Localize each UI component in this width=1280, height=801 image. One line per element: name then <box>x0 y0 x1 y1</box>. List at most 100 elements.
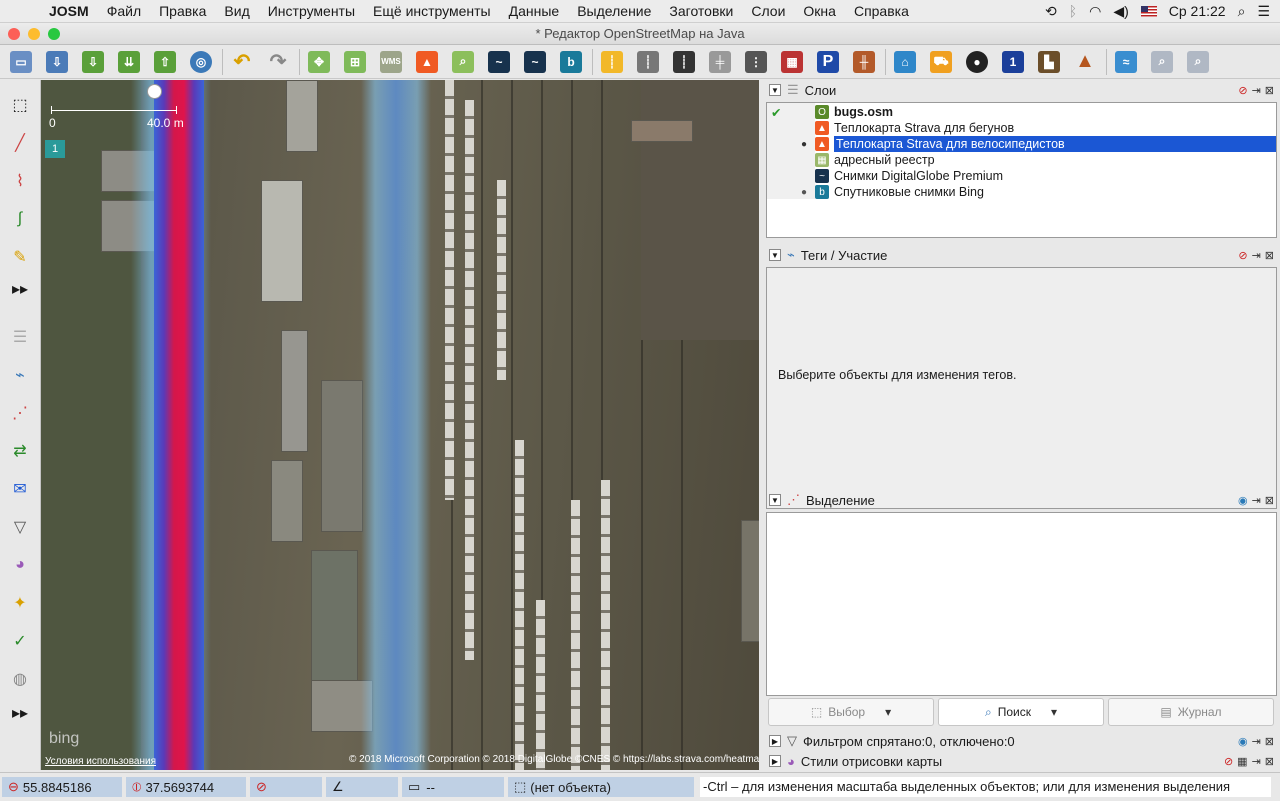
select-button[interactable]: ⬚ Выбор ▾ <box>768 698 934 726</box>
expand-toggle-icon[interactable]: ▶ <box>769 735 781 747</box>
layer-row[interactable]: ~ Снимки DigitalGlobe Premium <box>767 168 1276 184</box>
wiki-globe-icon[interactable]: ◍ <box>7 666 33 692</box>
bing-button[interactable]: b <box>556 48 586 76</box>
menu-selection[interactable]: Выделение <box>568 3 660 19</box>
attribution-text[interactable]: © 2018 Microsoft Corporation © 2018 Digi… <box>349 754 759 765</box>
hide-icon[interactable]: ⊘ <box>1238 84 1247 97</box>
menu-tools[interactable]: Инструменты <box>259 3 364 19</box>
messages-toggle-icon[interactable]: ✉ <box>7 476 33 502</box>
close-icon[interactable]: ⊠ <box>1265 494 1274 507</box>
clock[interactable]: Ср 21:22 <box>1169 3 1226 19</box>
digitalglobe-standard-button[interactable]: ~ <box>520 48 550 76</box>
detach-icon[interactable]: ⇥ <box>1252 249 1261 262</box>
close-icon[interactable]: ⊠ <box>1265 755 1274 768</box>
preset-rail-button[interactable]: ╪ <box>705 48 735 76</box>
close-window-icon[interactable] <box>8 28 20 40</box>
save-button[interactable]: ⇩ <box>42 48 72 76</box>
menu-help[interactable]: Справка <box>845 3 918 19</box>
zoom-layer-button[interactable]: ⌕ <box>1147 48 1177 76</box>
menu-data[interactable]: Данные <box>500 3 569 19</box>
tags-toggle-icon[interactable]: ⌁ <box>7 362 33 388</box>
settings-icon[interactable]: ▦ <box>1237 755 1247 768</box>
digitalglobe-button[interactable]: ~ <box>484 48 514 76</box>
validator-icon[interactable]: ✦ <box>7 590 33 616</box>
open-file-button[interactable]: ▭ <box>6 48 36 76</box>
map-paint-icon[interactable]: ◕ <box>7 552 33 578</box>
terms-of-use-link[interactable]: Условия использования <box>45 756 156 767</box>
preset-hotel-button[interactable]: ⌂ <box>890 48 920 76</box>
detach-icon[interactable]: ⇥ <box>1252 494 1261 507</box>
preset-peak-button[interactable]: ▲ <box>1070 48 1100 76</box>
wifi-icon[interactable]: ◠ <box>1089 3 1101 20</box>
menu-edit[interactable]: Правка <box>150 3 215 19</box>
select-tool-icon[interactable]: ⬚ <box>7 92 33 118</box>
menu-windows[interactable]: Окна <box>794 3 845 19</box>
hide-icon[interactable]: ⊘ <box>1238 249 1247 262</box>
eye-icon[interactable]: ◉ <box>1238 735 1248 748</box>
preset-speed-limit-button[interactable]: 1 <box>998 48 1028 76</box>
more-tools-icon[interactable]: ▸▸ <box>7 276 33 302</box>
notification-center-icon[interactable]: ☰ <box>1257 3 1270 20</box>
preferences-button[interactable]: ◎ <box>186 48 216 76</box>
preset-soccer-button[interactable]: ● <box>962 48 992 76</box>
layer-row[interactable]: ● b Спутниковые снимки Bing <box>767 184 1276 200</box>
strava-button[interactable]: ▲ <box>412 48 442 76</box>
detach-icon[interactable]: ⇥ <box>1252 735 1261 748</box>
more-toggles-icon[interactable]: ▸▸ <box>7 700 33 726</box>
detach-icon[interactable]: ⇥ <box>1252 755 1261 768</box>
menu-app[interactable]: JOSM <box>40 3 98 19</box>
collapse-toggle-icon[interactable]: ▼ <box>769 84 781 96</box>
layer-row[interactable]: ▲ Теплокарта Strava для бегунов <box>767 120 1276 136</box>
parallel-way-icon[interactable]: ∫ <box>7 206 33 232</box>
preset-wall-button[interactable]: ▦ <box>777 48 807 76</box>
close-icon[interactable]: ⊠ <box>1265 735 1274 748</box>
download-button[interactable]: ⇩ <box>78 48 108 76</box>
zoom-download-button[interactable]: ⌕ <box>1183 48 1213 76</box>
menu-presets[interactable]: Заготовки <box>660 3 742 19</box>
menu-file[interactable]: Файл <box>98 3 150 19</box>
close-icon[interactable]: ⊠ <box>1265 84 1274 97</box>
menu-more-tools[interactable]: Ещё инструменты <box>364 3 500 19</box>
map-view[interactable]: 0 40.0 m 1 bing Условия использования © … <box>41 80 759 770</box>
selection-panel-header[interactable]: ▼ ⋰ Выделение ◉ ⇥ ⊠ <box>765 491 1278 509</box>
pencil-icon[interactable]: ✎ <box>7 244 33 270</box>
preset-parking-button[interactable]: P <box>813 48 843 76</box>
zoom-slider-knob[interactable] <box>147 84 162 99</box>
zoom-to-data-button[interactable]: ✥ <box>304 48 334 76</box>
preset-railway-button[interactable]: ╫ <box>849 48 879 76</box>
wms-button[interactable]: WMS <box>376 48 406 76</box>
search-button[interactable]: ⌕ Поиск ▾ <box>938 698 1104 726</box>
minimize-window-icon[interactable] <box>28 28 40 40</box>
chevron-down-icon[interactable]: ▾ <box>885 705 891 719</box>
flag-icon[interactable] <box>1140 5 1157 17</box>
layer-row[interactable]: ▦ адресный реестр <box>767 152 1276 168</box>
layer-row[interactable]: ✔ O bugs.osm <box>767 104 1276 120</box>
preset-road-gray-button[interactable]: ┊ <box>633 48 663 76</box>
detach-icon[interactable]: ⇥ <box>1252 84 1261 97</box>
volume-icon[interactable]: ◀) <box>1113 3 1128 20</box>
filters-panel-header[interactable]: ▶ ▽ Фильтром спрятано:0, отключено:0 ◉ ⇥ ⊠ <box>765 732 1278 750</box>
preset-road-yellow-button[interactable]: ┊ <box>597 48 627 76</box>
spotlight-icon[interactable]: ⌕ <box>1238 3 1246 20</box>
hide-icon[interactable]: ⊘ <box>1224 755 1233 768</box>
collapse-toggle-icon[interactable]: ▼ <box>769 494 781 506</box>
styles-panel-header[interactable]: ▶ ◕ Стили отрисовки карты ⊘ ▦ ⇥ ⊠ <box>765 752 1278 770</box>
time-machine-icon[interactable]: ⟲ <box>1045 3 1057 20</box>
improve-way-icon[interactable]: ⌇ <box>7 168 33 194</box>
close-icon[interactable]: ⊠ <box>1265 249 1274 262</box>
preset-road-dark-button[interactable]: ┊ <box>669 48 699 76</box>
preset-traffic-light-button[interactable]: ⋮ <box>741 48 771 76</box>
zoom-to-selection-button[interactable]: ⊞ <box>340 48 370 76</box>
layers-panel-header[interactable]: ▼ ☰ Слои ⊘ ⇥ ⊠ <box>765 81 1278 99</box>
commands-toggle-icon[interactable]: ⇄ <box>7 438 33 464</box>
undo-button[interactable]: ↶ <box>227 48 257 76</box>
preset-shop-button[interactable]: ⛟ <box>926 48 956 76</box>
menu-view[interactable]: Вид <box>215 3 258 19</box>
selection-list[interactable] <box>766 512 1277 696</box>
visibility-eye-icon[interactable]: ● <box>797 187 811 198</box>
chevron-down-icon[interactable]: ▾ <box>1051 705 1057 719</box>
expand-toggle-icon[interactable]: ▶ <box>769 755 781 767</box>
history-button[interactable]: ▤ Журнал <box>1108 698 1274 726</box>
preset-water-button[interactable]: ≈ <box>1111 48 1141 76</box>
collapse-toggle-icon[interactable]: ▼ <box>769 249 781 261</box>
